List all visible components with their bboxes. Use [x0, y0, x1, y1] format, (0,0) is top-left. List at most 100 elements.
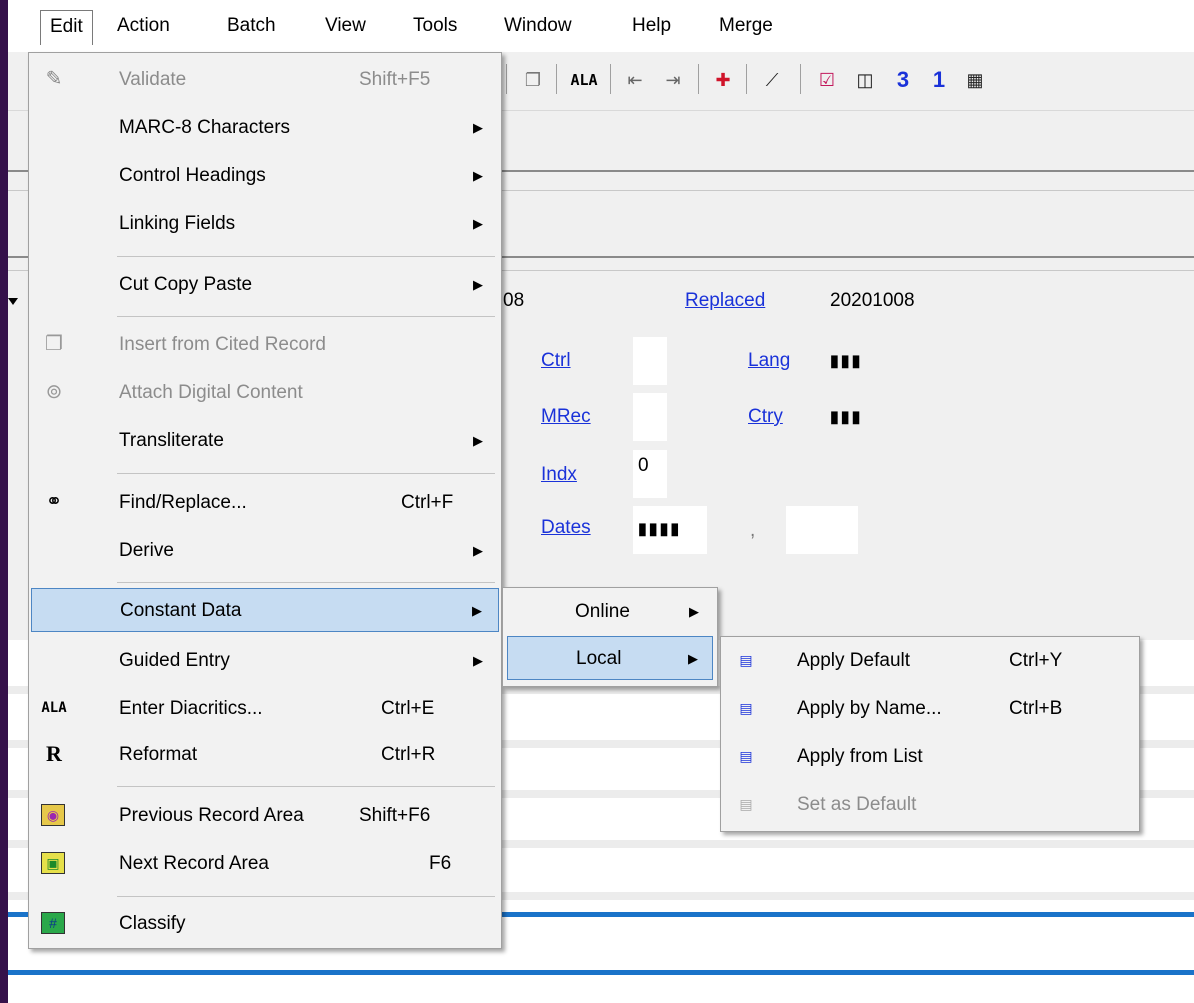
menubar: Edit Action Batch View Tools Window Help…	[8, 0, 1194, 52]
menu-separator	[117, 582, 495, 583]
menu-item-marc8[interactable]: MARC-8 Characters ▶	[29, 106, 501, 150]
submenu-arrow-icon: ▶	[473, 543, 483, 558]
menu-item-insert-cited[interactable]: ❐ Insert from Cited Record	[29, 323, 501, 367]
menu-view[interactable]: View	[316, 10, 375, 42]
reformat-icon: R	[46, 741, 62, 766]
toolbar-separator	[800, 64, 801, 94]
menu-item-attach-digital[interactable]: ⊚ Attach Digital Content	[29, 371, 501, 415]
window-frame	[0, 0, 8, 1003]
menu-window[interactable]: Window	[495, 10, 581, 42]
submenu-arrow-icon: ▶	[473, 433, 483, 448]
pin-icon[interactable]: ✚	[708, 66, 738, 94]
apply-default-icon: ▤	[739, 652, 753, 668]
accent-line	[8, 970, 1194, 975]
toolbar-separator	[556, 64, 557, 94]
menu-item-local[interactable]: Local ▶	[507, 636, 713, 680]
submenu-arrow-icon: ▶	[473, 168, 483, 183]
ctrl-field[interactable]	[633, 337, 667, 385]
previous-record-area-icon: ◉	[41, 804, 65, 826]
mrec-field[interactable]	[633, 393, 667, 441]
menu-separator	[117, 896, 495, 897]
ctry-field[interactable]: ▮▮▮	[830, 407, 862, 427]
submenu-arrow-icon: ▶	[473, 216, 483, 231]
lang-field[interactable]: ▮▮▮	[830, 351, 862, 371]
dates-link[interactable]: Dates	[541, 517, 591, 539]
menu-separator	[117, 786, 495, 787]
previous-record-icon[interactable]: ⇤	[620, 66, 650, 94]
menu-item-apply-from-list[interactable]: ▤ Apply from List	[721, 735, 1139, 779]
dates2-field[interactable]	[786, 506, 858, 554]
submenu-arrow-icon: ▶	[688, 651, 698, 666]
menu-item-online[interactable]: Online ▶	[503, 590, 717, 634]
local-submenu: ▤ Apply Default Ctrl+Y ▤ Apply by Name..…	[720, 636, 1140, 832]
number-1-icon[interactable]: 1	[924, 66, 954, 94]
menu-item-next-record-area[interactable]: ▣ Next Record Area F6	[29, 842, 501, 886]
ala-icon: ALA	[41, 700, 67, 716]
submenu-arrow-icon: ▶	[473, 120, 483, 135]
next-record-area-icon: ▣	[41, 852, 65, 874]
menu-item-apply-default[interactable]: ▤ Apply Default Ctrl+Y	[721, 639, 1139, 683]
window-icon[interactable]: ▦	[960, 66, 990, 94]
menu-item-validate[interactable]: ✎ Validate Shift+F5	[29, 58, 501, 102]
menu-item-control-headings[interactable]: Control Headings ▶	[29, 154, 501, 198]
ala-icon[interactable]: ALA	[564, 66, 604, 94]
menu-item-find-replace[interactable]: ⚭ Find/Replace... Ctrl+F	[29, 481, 501, 525]
checkbox-icon[interactable]: ☑	[812, 66, 842, 94]
submenu-arrow-icon: ▶	[472, 603, 482, 618]
magic-wand-icon[interactable]: ⟋	[754, 66, 790, 94]
binoculars-icon: ⚭	[45, 491, 63, 513]
menu-item-set-as-default[interactable]: ▤ Set as Default	[721, 783, 1139, 827]
replaced-value: 20201008	[830, 290, 915, 311]
dates-separator: ,	[750, 520, 756, 541]
replaced-link[interactable]: Replaced	[685, 290, 765, 312]
number-3-icon[interactable]: 3	[888, 66, 918, 94]
menu-action[interactable]: Action	[108, 10, 179, 42]
menu-merge[interactable]: Merge	[710, 10, 782, 42]
toolbar-separator	[698, 64, 699, 94]
cited-record-icon: ❐	[45, 333, 63, 355]
menu-separator	[117, 256, 495, 257]
ctry-link[interactable]: Ctry	[748, 406, 783, 428]
menu-item-derive[interactable]: Derive ▶	[29, 529, 501, 573]
apply-from-list-icon: ▤	[739, 748, 753, 764]
apply-by-name-icon: ▤	[739, 700, 753, 716]
submenu-arrow-icon: ▶	[473, 653, 483, 668]
next-record-icon[interactable]: ⇥	[658, 66, 688, 94]
menu-item-guided-entry[interactable]: Guided Entry ▶	[29, 639, 501, 683]
columns-icon[interactable]: ◫	[850, 66, 880, 94]
entered-date-fragment: 08	[503, 290, 525, 311]
edit-menu: ✎ Validate Shift+F5 MARC-8 Characters ▶ C…	[28, 52, 502, 949]
menu-separator	[117, 473, 495, 474]
toolbar-separator	[746, 64, 747, 94]
menu-edit[interactable]: Edit	[40, 10, 93, 45]
classify-icon: #	[41, 912, 65, 934]
menu-item-apply-by-name[interactable]: ▤ Apply by Name... Ctrl+B	[721, 687, 1139, 731]
cited-record-icon[interactable]: ❐	[518, 66, 548, 94]
submenu-arrow-icon: ▶	[689, 604, 699, 619]
menu-help[interactable]: Help	[623, 10, 680, 42]
menu-item-classify[interactable]: # Classify	[29, 902, 501, 946]
app-window: Edit Action Batch View Tools Window Help…	[8, 0, 1194, 1003]
mrec-link[interactable]: MRec	[541, 406, 591, 428]
menu-item-reformat[interactable]: R Reformat Ctrl+R	[29, 733, 501, 777]
menu-item-previous-record-area[interactable]: ◉ Previous Record Area Shift+F6	[29, 794, 501, 838]
set-default-icon: ▤	[739, 796, 753, 812]
menu-item-cut-copy-paste[interactable]: Cut Copy Paste ▶	[29, 263, 501, 307]
lang-link[interactable]: Lang	[748, 350, 790, 372]
menu-item-enter-diacritics[interactable]: ALA Enter Diacritics... Ctrl+E	[29, 687, 501, 731]
ctrl-link[interactable]: Ctrl	[541, 350, 571, 372]
validate-icon: ✎	[45, 68, 63, 90]
indx-field[interactable]: 0	[633, 450, 667, 498]
menu-item-linking-fields[interactable]: Linking Fields ▶	[29, 202, 501, 246]
constant-data-submenu: Online ▶ Local ▶	[502, 587, 718, 687]
menu-tools[interactable]: Tools	[404, 10, 466, 42]
menu-item-transliterate[interactable]: Transliterate ▶	[29, 419, 501, 463]
dates-value: ▮▮▮▮	[638, 521, 682, 538]
indx-link[interactable]: Indx	[541, 464, 577, 486]
menu-separator	[117, 316, 495, 317]
menu-batch[interactable]: Batch	[218, 10, 285, 42]
chevron-down-icon[interactable]	[8, 298, 18, 305]
toolbar-separator	[610, 64, 611, 94]
submenu-arrow-icon: ▶	[473, 277, 483, 292]
menu-item-constant-data[interactable]: Constant Data ▶	[31, 588, 499, 632]
